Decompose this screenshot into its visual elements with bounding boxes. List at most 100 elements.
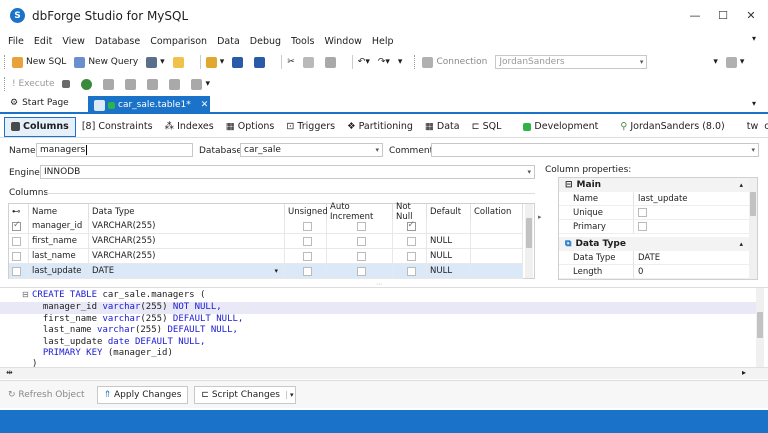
menu-database[interactable]: Database	[95, 36, 140, 47]
menu-data[interactable]: Data	[217, 36, 240, 47]
maximize-icon[interactable]: ☐	[712, 6, 734, 24]
toolbar-extra-button[interactable]: ▾	[725, 56, 744, 68]
prop-row-unique[interactable]: Unique	[559, 206, 757, 220]
prop-name-value[interactable]: last_update	[634, 192, 757, 206]
menu-view[interactable]: View	[62, 36, 85, 47]
row-3-type[interactable]: DATE ▾	[89, 264, 285, 279]
tool-button-1[interactable]	[103, 78, 117, 90]
open-button[interactable]: ▾	[205, 56, 224, 68]
tab-options[interactable]: ▦ Options	[220, 117, 281, 137]
fold-icon[interactable]: ⊟	[22, 290, 29, 299]
prop-row-primary[interactable]: Primary	[559, 220, 757, 234]
row-1-pk[interactable]	[9, 234, 29, 249]
row-0-auto-increment[interactable]	[327, 219, 393, 234]
properties-scrollbar-thumb[interactable]	[750, 192, 756, 216]
row-0-type[interactable]: VARCHAR(255)	[89, 219, 285, 234]
chevron-down-icon[interactable]: ▾	[274, 267, 278, 275]
tool-button-2[interactable]	[125, 78, 139, 90]
row-2-type[interactable]: VARCHAR(255)	[89, 249, 285, 264]
toolbar-options-button[interactable]: ▾	[398, 57, 403, 67]
split-icon[interactable]: ⇹	[6, 368, 13, 377]
connection-user-selector[interactable]: ⚲ JordanSanders (8.0)	[614, 117, 730, 137]
auto-increment-checkbox[interactable]	[356, 251, 366, 261]
new-item-button[interactable]	[172, 56, 187, 68]
row-1-auto-increment[interactable]	[327, 234, 393, 249]
save-button[interactable]	[232, 56, 246, 68]
header-not-null[interactable]: Not Null	[393, 202, 427, 222]
header-name[interactable]: Name	[29, 204, 89, 219]
menu-file[interactable]: File	[8, 36, 24, 47]
close-icon[interactable]: ✕	[740, 6, 762, 24]
table-name-input[interactable]: managers	[36, 143, 193, 157]
primary-key-checkbox[interactable]	[12, 236, 21, 246]
database-select[interactable]: car_sale ▾	[240, 143, 383, 157]
prop-datatype-value[interactable]: DATE	[634, 251, 757, 265]
tw-selector[interactable]: tw	[741, 117, 765, 137]
connection-select[interactable]: JordanSanders ▾	[495, 55, 648, 69]
prop-row-name[interactable]: Name last_update	[559, 192, 757, 206]
row-3-collation[interactable]	[471, 264, 523, 279]
row-3-pk[interactable]	[9, 264, 29, 279]
tool-button-3[interactable]	[147, 78, 161, 90]
row-1-default[interactable]: NULL	[427, 234, 471, 249]
header-data-type[interactable]: Data Type	[89, 204, 285, 219]
collapse-up-icon[interactable]: ▴	[739, 240, 743, 248]
tab-sql[interactable]: ⊏ SQL	[466, 117, 508, 137]
environment-selector[interactable]: Development	[517, 117, 604, 137]
row-0-unsigned[interactable]	[285, 219, 327, 234]
row-1-name[interactable]: first_name	[29, 234, 89, 249]
auto-increment-checkbox[interactable]	[356, 236, 366, 246]
tab-columns[interactable]: Columns	[4, 116, 76, 137]
row-1-not-null[interactable]	[393, 234, 427, 249]
header-collation[interactable]: Collation	[471, 204, 523, 219]
datatype-section-header[interactable]: ⧉ Data Type ▴	[559, 237, 757, 251]
tab-data[interactable]: ▦ Data	[419, 117, 466, 137]
primary-key-checkbox[interactable]	[12, 266, 21, 276]
row-0-not-null[interactable]	[393, 219, 427, 234]
row-1-unsigned[interactable]	[285, 234, 327, 249]
close-tab-icon[interactable]: ✕	[201, 100, 209, 110]
prop-row-length[interactable]: Length 0	[559, 265, 757, 279]
tab-list-icon[interactable]: ▾	[752, 99, 756, 108]
new-object-button[interactable]: ▾	[146, 56, 165, 68]
comment-input[interactable]: ▾	[431, 143, 759, 157]
row-0-name[interactable]: manager_id	[29, 219, 89, 234]
new-query-button[interactable]: New Query	[74, 56, 138, 68]
auto-increment-checkbox[interactable]	[356, 266, 366, 276]
unsigned-checkbox[interactable]	[302, 236, 312, 246]
not-null-checkbox[interactable]	[406, 251, 416, 261]
row-2-collation[interactable]	[471, 249, 523, 264]
tool-button-4[interactable]	[169, 78, 183, 90]
sql-hscrollbar[interactable]: ⇹ ▸	[0, 367, 768, 379]
database-selector[interactable]: car_sale	[764, 117, 768, 137]
row-1-collation[interactable]	[471, 234, 523, 249]
copy-button[interactable]	[302, 56, 317, 68]
row-2-unsigned[interactable]	[285, 249, 327, 264]
menu-window[interactable]: Window	[324, 36, 361, 47]
prop-row-datatype[interactable]: Data Type DATE	[559, 251, 757, 265]
row-0-default[interactable]	[427, 219, 471, 234]
sql-scrollbar-thumb[interactable]	[757, 312, 763, 338]
row-2-not-null[interactable]	[393, 249, 427, 264]
auto-increment-checkbox[interactable]	[356, 221, 366, 231]
paste-button[interactable]	[324, 56, 339, 68]
redo-button[interactable]: ↷ ▾	[378, 57, 390, 67]
row-0-pk[interactable]	[9, 219, 29, 234]
not-null-checkbox[interactable]	[406, 266, 416, 276]
main-section-header[interactable]: ⊟ Main ▴	[559, 178, 757, 192]
primary-key-checkbox[interactable]	[12, 251, 21, 261]
minimize-icon[interactable]: —	[684, 6, 706, 24]
row-3-default[interactable]: NULL	[427, 264, 471, 279]
tab-constraints[interactable]: [8] Constraints	[76, 117, 159, 137]
row-3-name[interactable]: last_update	[29, 264, 89, 279]
unsigned-checkbox[interactable]	[302, 251, 312, 261]
engine-select[interactable]: INNODB ▾	[40, 165, 535, 179]
toolbar-overflow-button[interactable]: ▾	[713, 57, 718, 67]
tab-triggers[interactable]: ⊡ Triggers	[280, 117, 341, 137]
undo-button[interactable]: ↶ ▾	[358, 57, 370, 67]
unsigned-checkbox[interactable]	[302, 266, 312, 276]
prop-unique-value[interactable]	[634, 206, 757, 220]
menu-overflow-icon[interactable]: ▾	[752, 34, 756, 43]
stop-button[interactable]	[62, 80, 73, 88]
row-2-pk[interactable]	[9, 249, 29, 264]
